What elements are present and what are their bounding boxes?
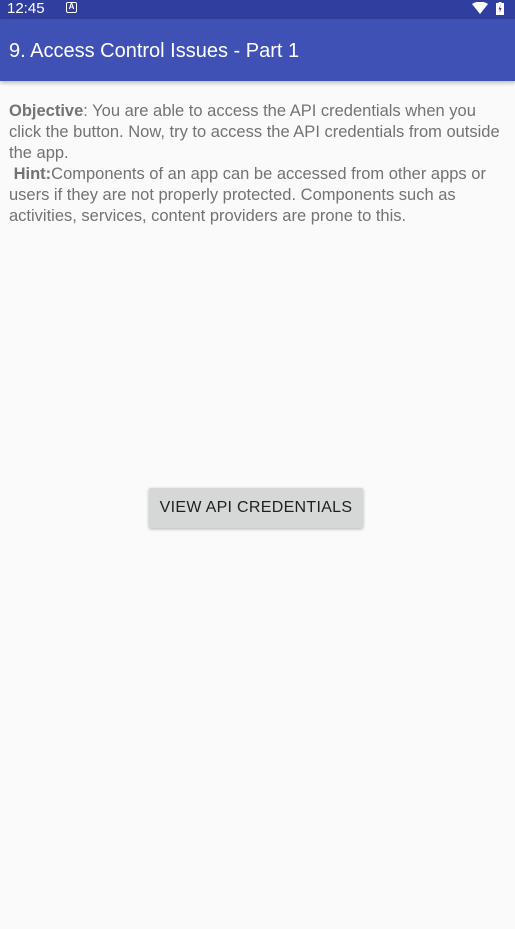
notification-icon: A xyxy=(66,2,77,13)
description-text: Objective: You are able to access the AP… xyxy=(9,101,509,227)
status-time: 12:45 xyxy=(7,0,45,17)
objective-label: Objective xyxy=(9,102,84,120)
hint-text: Components of an app can be accessed fro… xyxy=(9,165,486,225)
status-bar: 12:45 A xyxy=(0,0,515,19)
battery-icon xyxy=(496,2,504,15)
page-title: 9. Access Control Issues - Part 1 xyxy=(9,40,300,62)
wifi-icon xyxy=(472,2,488,14)
objective-text: : You are able to access the API credent… xyxy=(9,102,500,162)
app-bar: 9. Access Control Issues - Part 1 xyxy=(0,19,515,81)
view-api-credentials-button[interactable]: VIEW API CREDENTIALS xyxy=(149,488,363,528)
hint-label: Hint: xyxy=(13,165,52,183)
